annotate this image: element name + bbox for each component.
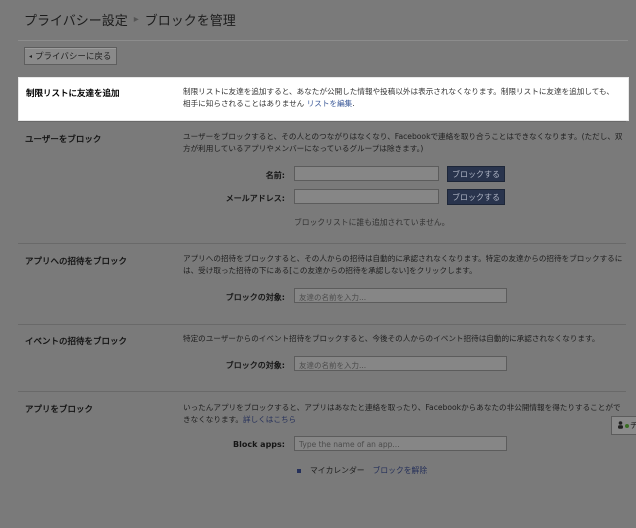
page-title: プライバシー設定 ▸ ブロックを管理 — [24, 10, 236, 29]
back-button-label: プライバシーに戻る — [35, 52, 112, 62]
block-event-invites-title: イベントの招待をブロック — [25, 337, 128, 347]
block-users-description: ユーザーをブロックすると、その人とのつながりはなくなり、Facebookで連絡を… — [183, 132, 623, 153]
restricted-list-title: 制限リストに友達を追加 — [26, 89, 120, 99]
block-by-name-button[interactable]: ブロックする — [447, 166, 505, 182]
block-event-invites-description: 特定のユーザーからのイベント招待をブロックすると、今後その人からのイベント招待は… — [183, 334, 600, 343]
event-invites-block-target-label: ブロックの対象: — [225, 361, 285, 370]
back-to-privacy-button[interactable]: ◂ プライバシーに戻る — [24, 47, 118, 65]
block-apps-description: いったんアプリをブロックすると、アプリはあなたと連絡を取ったり、Facebook… — [183, 402, 623, 425]
section-divider — [18, 121, 626, 122]
back-arrow-icon: ◂ — [29, 52, 33, 60]
block-apps-label: Block apps: — [233, 440, 285, 449]
section-divider — [18, 243, 626, 244]
empty-block-list-note: ブロックリストに誰も追加されていません。 — [294, 218, 450, 227]
breadcrumb-manage-blocking: ブロックを管理 — [144, 14, 236, 29]
block-by-email-button[interactable]: ブロックする — [447, 189, 505, 205]
block-apps-input[interactable]: Type the name of an app... — [294, 436, 507, 451]
chat-label: チ — [630, 421, 636, 430]
unblock-app-link[interactable]: ブロックを解除 — [373, 465, 428, 476]
block-apps-title: アプリをブロック — [25, 405, 94, 415]
email-input[interactable] — [294, 189, 439, 204]
breadcrumb-privacy-settings[interactable]: プライバシー設定 — [24, 10, 128, 29]
app-invites-friend-input[interactable]: 友達の名前を入力... — [294, 288, 507, 303]
chat-tab[interactable]: チ — [611, 416, 636, 435]
learn-more-link[interactable]: 詳しくはこちら — [243, 415, 296, 424]
blocked-app-item: マイカレンダー ブロックを解除 — [297, 465, 427, 476]
section-divider — [18, 391, 626, 392]
app-invites-block-target-label: ブロックの対象: — [225, 293, 285, 302]
person-icon — [617, 420, 624, 431]
block-users-title: ユーザーをブロック — [25, 135, 102, 145]
online-status-icon — [625, 423, 629, 428]
event-invites-friend-input[interactable]: 友達の名前を入力... — [294, 356, 507, 371]
email-label: メールアドレス: — [225, 194, 285, 203]
breadcrumb-separator-icon: ▸ — [133, 14, 139, 25]
section-divider — [18, 324, 626, 325]
name-input[interactable] — [294, 166, 439, 181]
restricted-list-period: . — [352, 98, 355, 108]
restricted-list-text: 制限リストに友達を追加すると、あなたが公開した情報や投稿以外は表示されなくなりま… — [183, 87, 614, 108]
bullet-icon — [297, 468, 301, 473]
name-label: 名前: — [265, 171, 285, 180]
block-app-invites-title: アプリへの招待をブロック — [25, 257, 128, 267]
restricted-list-description: 制限リストに友達を追加すると、あなたが公開した情報や投稿以外は表示されなくなりま… — [183, 86, 621, 109]
blocked-app-name: マイカレンダー — [310, 466, 365, 475]
header-divider — [18, 40, 628, 41]
edit-list-link[interactable]: リストを編集 — [307, 99, 353, 108]
block-app-invites-description: アプリへの招待をブロックすると、その人からの招待は自動的に承認されなくなります。… — [183, 254, 623, 275]
restricted-list-section: 制限リストに友達を追加 制限リストに友達を追加すると、あなたが公開した情報や投稿… — [18, 77, 629, 121]
